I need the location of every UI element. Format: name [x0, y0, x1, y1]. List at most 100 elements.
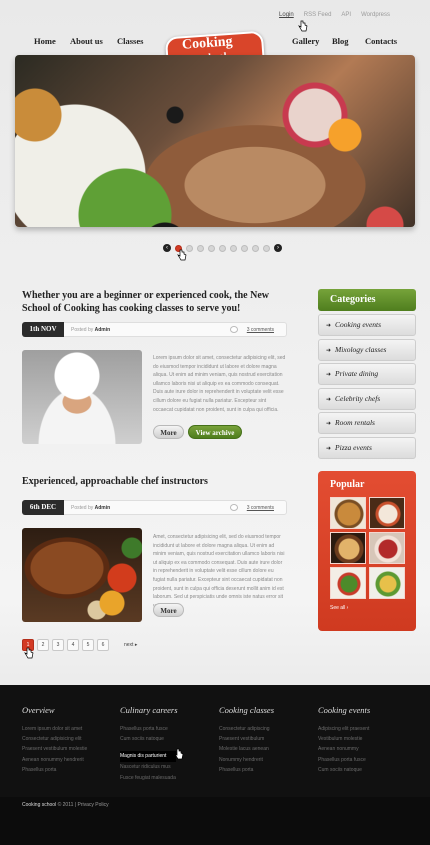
popular-title: Popular: [330, 479, 365, 490]
footer-link[interactable]: Praesent vestibulum: [219, 734, 309, 744]
footer-link[interactable]: Aenean nonummy: [318, 744, 408, 754]
arrow-right-icon: ➜: [326, 421, 332, 428]
category-item[interactable]: ➜ Mixology classes: [318, 338, 416, 361]
copyright-bar: Cooking school © 2011 | Privacy Policy: [0, 797, 430, 845]
post1-more-button[interactable]: More: [153, 425, 184, 439]
popular-thumb[interactable]: [330, 567, 366, 599]
footer-link[interactable]: Adipiscing elit praesent: [318, 724, 408, 734]
api-link[interactable]: API: [341, 12, 351, 18]
footer-link[interactable]: Molestie lacus aenean: [219, 744, 309, 754]
footer-link[interactable]: Phasellus porta: [22, 765, 112, 775]
category-item[interactable]: ➜ Celebrity chefs: [318, 387, 416, 410]
footer-link[interactable]: Nascetur ridiculus mus: [120, 762, 210, 772]
next-page-link[interactable]: next ▸: [124, 642, 137, 648]
footer-link[interactable]: Phasellus porta: [219, 765, 309, 775]
slider-dot[interactable]: [219, 244, 226, 252]
post2-body: Amet, consectetur adipisicing elit, sed …: [153, 534, 285, 609]
post2-meta: 6th DEC Posted by Admin 3 comments: [22, 500, 287, 515]
page-button[interactable]: 5: [82, 639, 94, 651]
category-item[interactable]: ➜ Room rentals: [318, 412, 416, 435]
post2-steak-image[interactable]: [22, 528, 142, 622]
footer-link[interactable]: Aenean nonummy hendrerit: [22, 755, 112, 765]
hand-cursor-icon: [298, 20, 308, 32]
pagination: 1 2 3 4 5 6 next ▸: [22, 639, 137, 651]
footer-column-title: Cooking classes: [219, 705, 275, 715]
slider-dot[interactable]: [241, 244, 248, 252]
footer-link[interactable]: Phasellus porta fusce: [318, 755, 408, 765]
slider-prev-button[interactable]: ‹: [163, 244, 171, 252]
slider-dot[interactable]: [197, 244, 204, 252]
footer-link[interactable]: Cum sociis natoque: [120, 734, 210, 744]
slider-dot[interactable]: [252, 244, 259, 252]
footer-link[interactable]: Consectetur adipiscing: [219, 724, 309, 734]
page-button[interactable]: 6: [97, 639, 109, 651]
arrow-right-icon: ➜: [326, 445, 332, 452]
post1-author[interactable]: Admin: [95, 327, 111, 333]
post1-body: Lorem ipsum dolor sit amet, consectetur …: [153, 355, 286, 413]
nav-home[interactable]: Home: [34, 36, 56, 46]
hand-cursor-icon: [177, 249, 187, 261]
post2-author[interactable]: Admin: [95, 505, 111, 511]
arrow-right-icon: ➜: [326, 347, 332, 354]
post2-comments-link[interactable]: 3 comments: [247, 505, 274, 511]
slider-dot[interactable]: [263, 244, 270, 252]
popular-thumb[interactable]: [330, 497, 366, 529]
post1-headline: Whether you are a beginner or experience…: [22, 290, 270, 314]
popular-thumb[interactable]: [369, 567, 405, 599]
page-button[interactable]: 2: [37, 639, 49, 651]
hand-cursor-icon: [24, 647, 34, 659]
popular-thumb[interactable]: [369, 497, 405, 529]
category-item[interactable]: ➜ Pizza events: [318, 436, 416, 459]
footer-column-overview: Overview Lorem ipsum dolor sit amet Cons…: [22, 705, 112, 775]
nav-contacts[interactable]: Contacts: [365, 36, 397, 46]
post1-date: 1th NOV: [22, 322, 64, 337]
footer-link[interactable]: Fusce feugiat malesuada: [120, 773, 210, 783]
arrow-right-icon: ➜: [326, 396, 332, 403]
comment-bubble-icon: [230, 326, 238, 333]
post2-date: 6th DEC: [22, 500, 64, 515]
footer-column-title: Overview: [22, 705, 55, 715]
wordpress-link[interactable]: Wordpress: [361, 12, 390, 18]
footer-column-title: Cooking events: [318, 705, 371, 715]
post1-meta: 1th NOV Posted by Admin 3 comments: [22, 322, 287, 337]
post2-more-button[interactable]: More: [153, 603, 184, 617]
footer-link[interactable]: Consectetur adipisicing elit: [22, 734, 112, 744]
copyright-text: Cooking school © 2011 | Privacy Policy: [22, 802, 109, 808]
slider-dot[interactable]: [208, 244, 215, 252]
footer-column-events: Cooking events Adipiscing elit praesent …: [318, 705, 408, 775]
slider-next-button[interactable]: ›: [274, 244, 282, 252]
nav-classes[interactable]: Classes: [117, 36, 143, 46]
slider-dot[interactable]: [186, 244, 193, 252]
page-button[interactable]: 4: [67, 639, 79, 651]
copyright-brand: Cooking school: [22, 802, 57, 808]
footer-link-hovered[interactable]: Magnis dis parturient: [120, 751, 177, 762]
arrow-right-icon: ➜: [326, 323, 332, 329]
login-link[interactable]: Login: [279, 12, 294, 18]
nav-blog[interactable]: Blog: [332, 36, 349, 46]
slider-dot[interactable]: [230, 244, 237, 252]
footer-link[interactable]: Cum sociis natoque: [318, 765, 408, 775]
view-archive-button[interactable]: View archive: [188, 425, 242, 439]
hand-cursor-icon: [174, 748, 184, 760]
footer-link[interactable]: Phasellus porta fusce: [120, 724, 210, 734]
categories-list: ➜ Cooking events ➜ Mixology classes ➜ Priva…: [318, 314, 416, 462]
nav-gallery[interactable]: Gallery: [292, 36, 319, 46]
footer-link[interactable]: Nonummy hendrerit: [219, 755, 309, 765]
popular-thumb[interactable]: [369, 532, 405, 564]
nav-about[interactable]: About us: [70, 36, 103, 46]
footer-column-title: Culinary careers: [120, 705, 178, 715]
footer-link[interactable]: Vestibulum molestie: [318, 734, 408, 744]
category-item[interactable]: ➜ Cooking events: [318, 314, 416, 336]
categories-title: Categories: [318, 289, 416, 311]
popular-grid: [330, 497, 405, 599]
post1-comments-link[interactable]: 3 comments: [247, 327, 274, 333]
rss-link[interactable]: RSS Feed: [304, 12, 332, 18]
footer-column-careers: Culinary careers Phasellus porta fusce C…: [120, 705, 210, 783]
popular-thumb[interactable]: [330, 532, 366, 564]
see-all-link[interactable]: See all ›: [330, 605, 348, 611]
page-button[interactable]: 3: [52, 639, 64, 651]
post1-chef-image[interactable]: [22, 350, 142, 444]
category-item[interactable]: ➜ Private dining: [318, 363, 416, 386]
footer-link[interactable]: Lorem ipsum dolor sit amet: [22, 724, 112, 734]
footer-link[interactable]: Praesent vestibulum molestie: [22, 744, 112, 754]
